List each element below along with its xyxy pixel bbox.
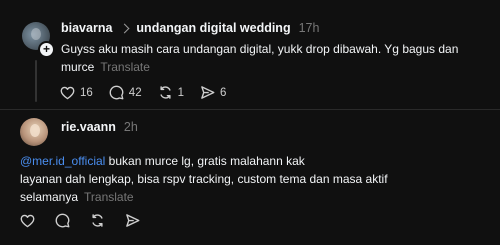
avatar-image [30,124,40,137]
share-icon [126,214,140,227]
comment-icon [55,213,70,228]
post-text-line: @mer.id_official bukan murce lg, gratis … [20,152,460,170]
post-time: 2h [123,120,138,134]
post-text: @mer.id_official bukan murce lg, gratis … [20,152,460,206]
repost-button[interactable] [90,213,105,228]
heart-icon [20,214,35,227]
mention-link[interactable]: @mer.id_official [20,154,105,168]
post-text-line: layanan dah lengkap, bisa rspv tracking,… [20,172,388,186]
post-header: rie.vaann 2h [61,120,138,134]
repost-icon [92,214,103,227]
post-text-content: selamanya [20,190,79,204]
like-button[interactable] [20,214,35,228]
post-text-content: bukan murce lg, gratis malahann kak [105,154,305,168]
comment-button[interactable] [55,213,70,228]
post-text-line: selamanya Translate [20,188,460,206]
username[interactable]: rie.vaann [61,120,116,134]
action-bar [20,213,160,228]
share-button[interactable] [125,213,140,228]
translate-link[interactable]: Translate [84,190,134,204]
thread-post-2: rie.vaann 2h @mer.id_official bukan murc… [0,0,500,245]
avatar[interactable] [20,118,48,146]
